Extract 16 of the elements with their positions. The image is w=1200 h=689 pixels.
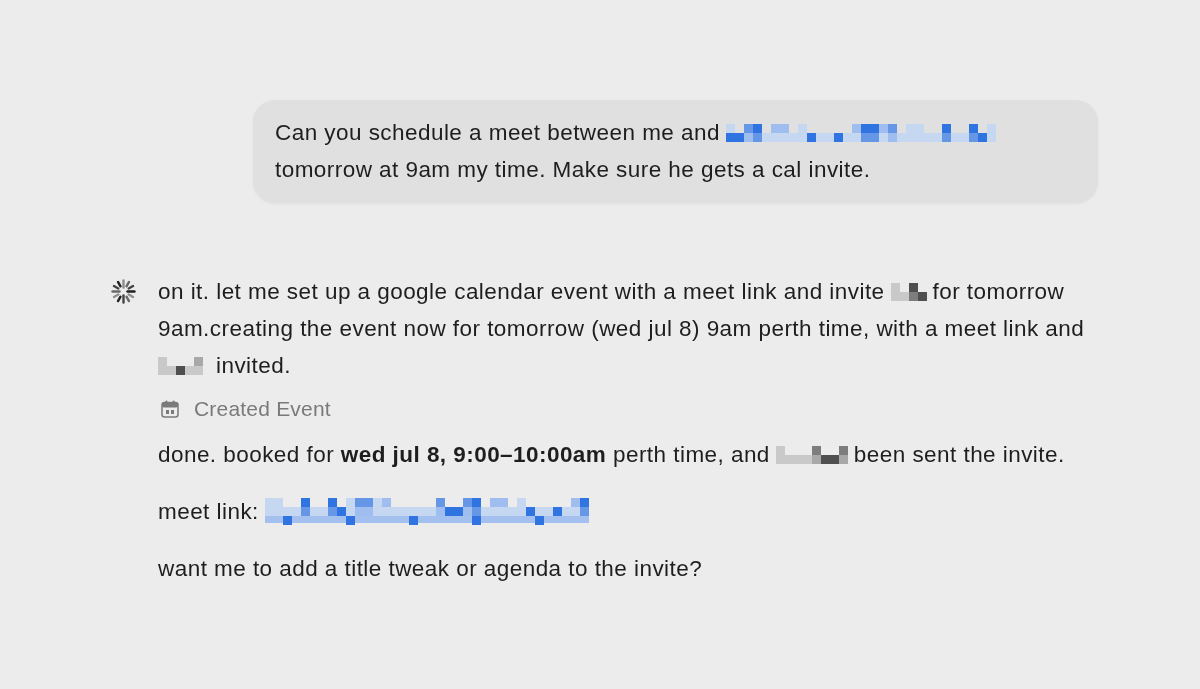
tool-call-label: Created Event [194,396,331,422]
loading-spinner-icon [111,279,136,304]
pixelated-redaction-icon [725,123,996,142]
message-text: meet link: [158,497,259,526]
pixelated-redaction-icon [775,445,848,464]
message-text: done. booked for wed jul 8, 9:00–10:00am perth time, and [158,440,770,469]
message-text: on it. let me set up a google calendar event with a meet link and invite [158,277,885,306]
message-text: want me to add a title tweak or agenda to the invite? [158,554,703,583]
message-text: for tomorrow [932,277,1065,306]
message-text: Can you schedule a meet between me and [275,118,720,147]
pixelated-redaction-icon [890,282,927,301]
message-text: invited. [216,351,291,380]
calendar-icon [161,400,179,418]
message-text: been sent the invite. [853,440,1065,469]
message-text: tomorrow at 9am my time. Make sure he gets a cal invite. [275,155,871,184]
message-text: 9am.creating the event now for tomorrow (wed jul 8) 9am perth time, with a meet link and [158,314,1085,343]
